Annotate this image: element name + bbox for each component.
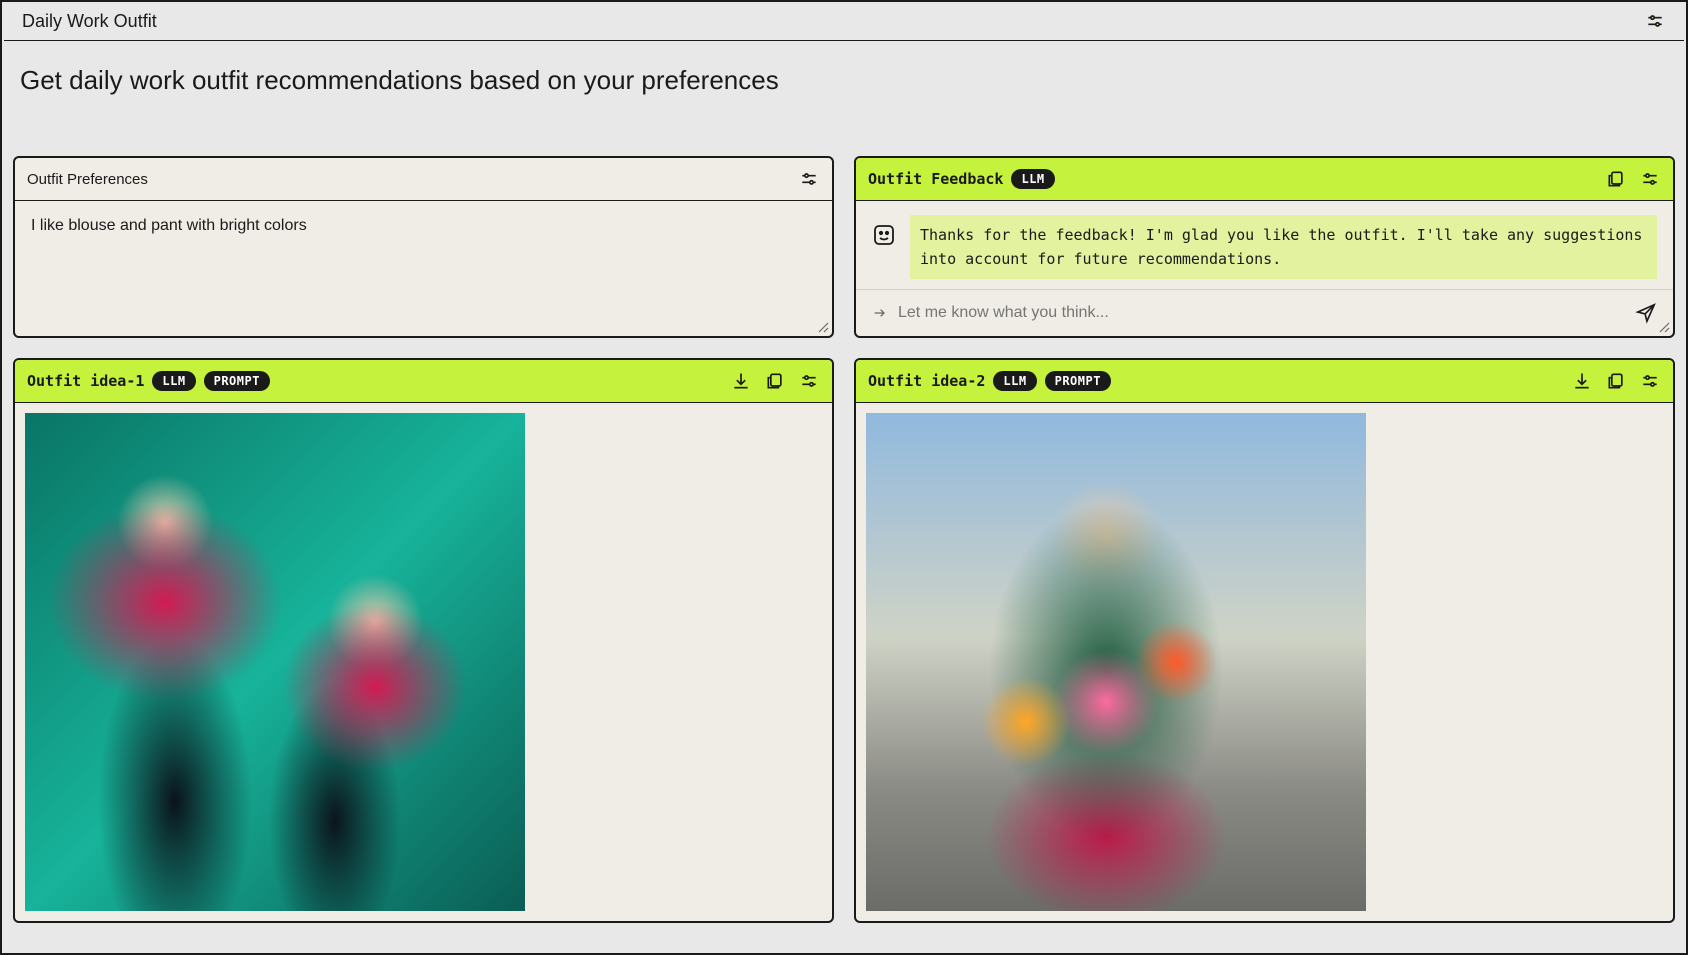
- sliders-icon[interactable]: [798, 370, 820, 392]
- feedback-message-row: Thanks for the feedback! I'm glad you li…: [856, 201, 1673, 289]
- outfit-idea-1-image: [25, 413, 525, 911]
- download-icon[interactable]: [730, 370, 752, 392]
- outfit-idea-2-image: [866, 413, 1366, 911]
- resize-handle-icon[interactable]: [817, 321, 829, 333]
- feedback-input[interactable]: [898, 304, 1625, 322]
- preferences-card-title: Outfit Preferences: [27, 171, 148, 188]
- sliders-icon[interactable]: [1639, 168, 1661, 190]
- header-bar: Daily Work Outfit: [4, 2, 1684, 41]
- outfit-idea-2-title: Outfit idea-2: [868, 372, 985, 390]
- outfit-idea-1-title: Outfit idea-1: [27, 372, 144, 390]
- copy-icon[interactable]: [1605, 370, 1627, 392]
- smile-icon: [872, 223, 896, 247]
- outfit-idea-1-body: [15, 403, 832, 921]
- grid-area: Outfit Preferences I like blouse and pan…: [2, 156, 1686, 923]
- prompt-pill: PROMPT: [204, 371, 270, 391]
- outfit-idea-2-header: Outfit idea-2 LLM PROMPT: [856, 360, 1673, 403]
- download-icon[interactable]: [1571, 370, 1593, 392]
- preferences-text: I like blouse and pant with bright color…: [31, 217, 816, 235]
- feedback-card-header: Outfit Feedback LLM: [856, 158, 1673, 201]
- feedback-card-body: Thanks for the feedback! I'm glad you li…: [856, 201, 1673, 289]
- settings-icon[interactable]: [1644, 10, 1666, 32]
- llm-pill: LLM: [993, 371, 1036, 391]
- outfit-idea-1-card: Outfit idea-1 LLM PROMPT: [13, 358, 834, 923]
- feedback-card: Outfit Feedback LLM: [854, 156, 1675, 338]
- prompt-pill: PROMPT: [1045, 371, 1111, 391]
- preferences-card-body[interactable]: I like blouse and pant with bright color…: [15, 201, 832, 251]
- feedback-input-row: [856, 289, 1673, 336]
- sliders-icon[interactable]: [1639, 370, 1661, 392]
- page-title: Daily Work Outfit: [22, 11, 157, 32]
- app-container: Daily Work Outfit Get daily work outfit …: [0, 0, 1688, 955]
- sliders-icon[interactable]: [798, 168, 820, 190]
- feedback-card-title: Outfit Feedback: [868, 170, 1003, 188]
- preferences-card: Outfit Preferences I like blouse and pan…: [13, 156, 834, 338]
- copy-icon[interactable]: [1605, 168, 1627, 190]
- llm-pill: LLM: [152, 371, 195, 391]
- preferences-card-header: Outfit Preferences: [15, 158, 832, 201]
- copy-icon[interactable]: [764, 370, 786, 392]
- resize-handle-icon[interactable]: [1658, 321, 1670, 333]
- outfit-idea-1-header: Outfit idea-1 LLM PROMPT: [15, 360, 832, 403]
- feedback-message: Thanks for the feedback! I'm glad you li…: [910, 215, 1657, 279]
- arrow-right-icon: [872, 305, 888, 321]
- subtitle: Get daily work outfit recommendations ba…: [2, 41, 1686, 156]
- outfit-idea-2-body: [856, 403, 1673, 921]
- outfit-idea-2-card: Outfit idea-2 LLM PROMPT: [854, 358, 1675, 923]
- llm-pill: LLM: [1011, 169, 1054, 189]
- send-icon[interactable]: [1635, 302, 1657, 324]
